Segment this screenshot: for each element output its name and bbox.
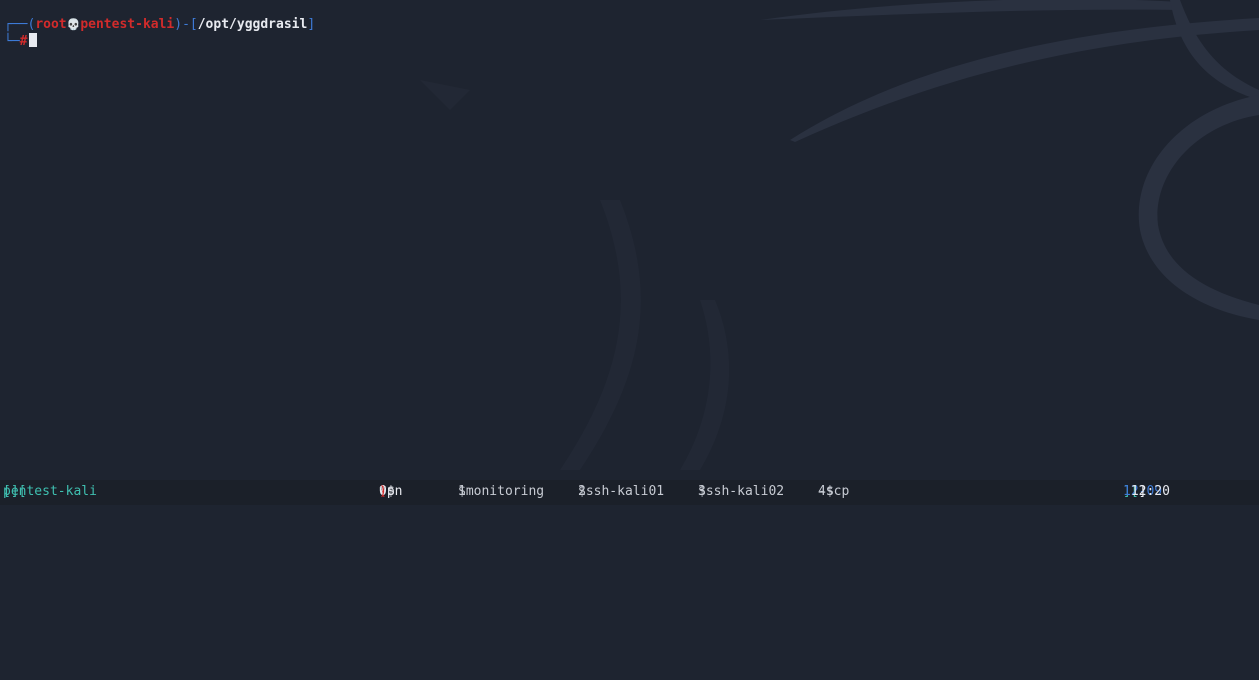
- prompt-line-1: ┌──(root💀pentest-kali)-[/opt/yggdrasil]: [4, 17, 315, 33]
- skull-icon: 💀: [66, 18, 81, 31]
- prompt-line-2[interactable]: └─#: [4, 33, 38, 50]
- prompt-path: /opt/yggdrasil: [197, 17, 308, 32]
- prompt-host: pentest-kali: [80, 17, 175, 32]
- prompt-end-bracket: ]: [307, 17, 316, 32]
- terminal-window[interactable]: ┌──(root💀pentest-kali)-[/opt/yggdrasil] …: [0, 0, 1259, 480]
- prompt-corner-bottom: └─: [4, 34, 20, 49]
- prompt-symbol: #: [19, 34, 28, 49]
- text-cursor: [29, 33, 38, 47]
- window-tab-3[interactable]: 3 $ ssh-kali02: [698, 481, 784, 501]
- status-clock: ][ 12-09 12:20 ]: [1123, 481, 1170, 501]
- prompt-separator: )-[: [174, 17, 198, 32]
- tmux-status-bar: [ pentest-kali ][ (0 *$ vpn) 1 $ monitoring…: [0, 480, 1259, 505]
- prompt-user: root: [35, 17, 67, 32]
- window-tab-4[interactable]: 4 -$ scp: [818, 481, 849, 501]
- prompt-corner-top: ┌──(: [4, 17, 36, 32]
- window-tab-1[interactable]: 1 $ monitoring: [458, 481, 544, 501]
- window-tab-2[interactable]: 2 $ ssh-kali01: [578, 481, 664, 501]
